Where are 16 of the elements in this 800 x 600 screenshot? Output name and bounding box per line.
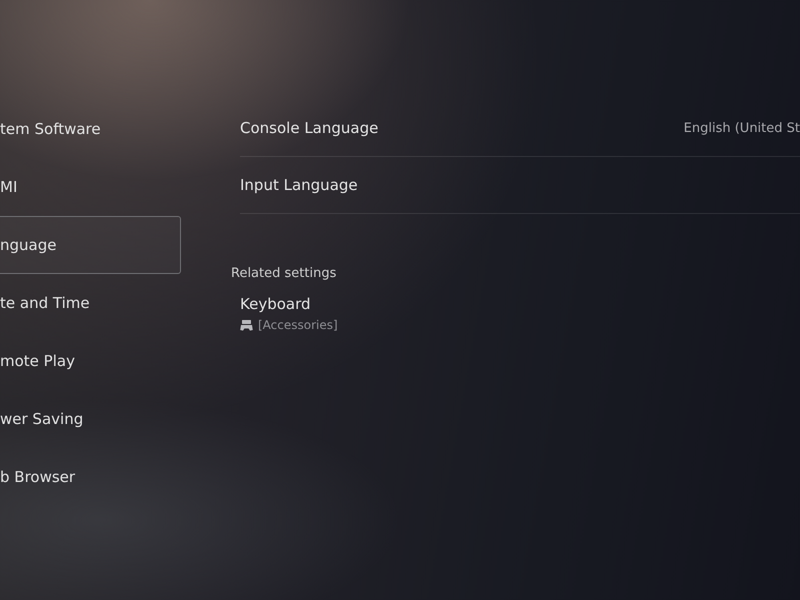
related-setting-link[interactable]: Keyboard bbox=[240, 295, 311, 313]
sidebar-item[interactable]: wer Saving bbox=[0, 390, 181, 448]
sidebar-item[interactable]: te and Time bbox=[0, 274, 181, 332]
sidebar-item[interactable]: mote Play bbox=[0, 332, 181, 390]
sidebar-item[interactable]: MI bbox=[0, 158, 181, 216]
section-heading: Related settings bbox=[231, 266, 336, 281]
setting-row[interactable]: Console Language English (United St bbox=[240, 100, 800, 157]
setting-row[interactable]: Input Language bbox=[240, 157, 800, 214]
category-label: [Accessories] bbox=[258, 318, 338, 332]
sidebar-item[interactable]: tem Software bbox=[0, 100, 181, 158]
sidebar-item[interactable]: nguage bbox=[0, 216, 181, 274]
setting-label: Input Language bbox=[240, 176, 358, 194]
setting-label: Console Language bbox=[240, 119, 378, 137]
sidebar-item[interactable]: b Browser bbox=[0, 448, 181, 506]
controller-icon bbox=[240, 320, 253, 330]
setting-value: English (United St bbox=[684, 120, 800, 136]
